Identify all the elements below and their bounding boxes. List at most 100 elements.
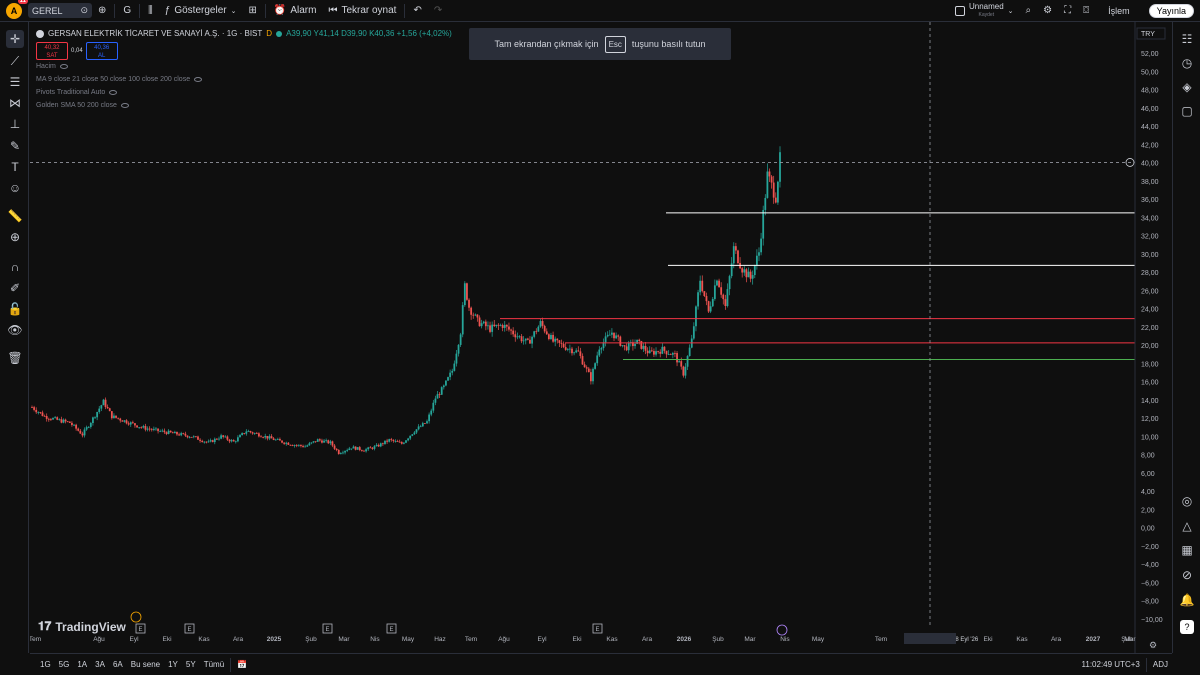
- calendar-button[interactable]: ▦: [1178, 541, 1196, 559]
- quick-search-button[interactable]: ⌕: [1020, 0, 1038, 22]
- templates-button[interactable]: ⊞: [242, 0, 262, 22]
- magnet-tool[interactable]: ∩: [6, 258, 24, 276]
- timeframe-0[interactable]: 1G: [36, 660, 55, 669]
- drawing-toolbar: ✛ ⟋ ☰ ⋈ ⊥ ✎ T ☺ 📏 ⊕ ∩ ✐ 🔓 👁 🗑: [0, 22, 29, 653]
- candle-body: [772, 182, 775, 198]
- timeframe-3[interactable]: 3A: [91, 660, 109, 669]
- emoji-tool[interactable]: ☺: [6, 179, 24, 197]
- chart-type-button[interactable]: ⫼: [142, 0, 159, 22]
- indicators-button[interactable]: ƒ Göstergeler ⌄: [159, 0, 243, 22]
- candle-body: [751, 275, 754, 279]
- candle-body: [182, 433, 185, 434]
- candle-body: [541, 321, 544, 326]
- compare-symbol-button[interactable]: ⊕: [92, 0, 112, 22]
- watchlist-button[interactable]: ☷: [1178, 30, 1196, 48]
- interval-button[interactable]: G: [117, 0, 137, 22]
- indicator-ma[interactable]: MA 9 close 21 close 50 close 100 close 2…: [36, 73, 452, 86]
- ideas-button[interactable]: △: [1178, 517, 1196, 535]
- symbol-search[interactable]: GEREL ⊙: [28, 3, 92, 18]
- candle-body: [77, 428, 80, 431]
- candle-body: [140, 427, 143, 429]
- smiley-icon: ☺: [8, 181, 22, 195]
- forecast-tool[interactable]: ⊥: [6, 115, 24, 133]
- layout-select[interactable]: Unnamed Kaydet ⌄: [949, 0, 1020, 22]
- eye-icon[interactable]: [194, 77, 203, 82]
- help-button[interactable]: ?: [1178, 618, 1196, 636]
- replay-button[interactable]: ⏮ Tekrar oynat: [322, 0, 402, 22]
- tradingview-logo[interactable]: 𝟏𝟕 TradingView: [38, 619, 126, 634]
- timeframe-1[interactable]: 5G: [55, 660, 74, 669]
- settings-button[interactable]: ⚙: [1037, 0, 1058, 22]
- candle-body: [562, 343, 565, 348]
- indicator-golden-sma[interactable]: Golden SMA 50 200 close: [36, 99, 452, 112]
- brush-icon: ✎: [9, 139, 21, 153]
- timeframe-4[interactable]: 6A: [109, 660, 127, 669]
- candle-body: [270, 436, 273, 439]
- text-tool[interactable]: T: [6, 158, 24, 176]
- lock-tool[interactable]: 🔓: [6, 300, 24, 318]
- date-range-button[interactable]: 📅: [233, 660, 251, 669]
- clock[interactable]: 11:02:49 UTC+3: [1078, 660, 1144, 669]
- sell-button[interactable]: 40,32 SAT: [36, 42, 68, 60]
- candle-body: [428, 414, 431, 422]
- earnings-event-label: E: [595, 627, 599, 633]
- time-tick-label: Mar: [744, 636, 756, 643]
- ruler-tool[interactable]: 📏: [6, 207, 24, 225]
- redo-button[interactable]: ↷: [428, 0, 448, 22]
- user-avatar[interactable]: A 11: [6, 0, 28, 19]
- candle-body: [215, 438, 218, 440]
- trendline-tool[interactable]: ⟋: [6, 52, 24, 70]
- alerts-button[interactable]: ◷: [1178, 54, 1196, 72]
- candle-body: [556, 338, 559, 341]
- candle-body: [239, 435, 241, 438]
- timeframe-7[interactable]: 5Y: [182, 660, 200, 669]
- price-axis[interactable]: TRY 52,00 50,00 48,00 46,00 44,00 42,00 40,00 38…: [1134, 22, 1172, 653]
- fullscreen-button[interactable]: ⛶: [1058, 0, 1077, 22]
- eye-icon[interactable]: [120, 103, 129, 108]
- brush-tool[interactable]: ✎: [6, 137, 24, 155]
- stay-drawing-tool[interactable]: ✐: [6, 279, 24, 297]
- objects-tree-button[interactable]: ◈: [1178, 78, 1196, 96]
- delete-tool[interactable]: 🗑: [6, 349, 24, 367]
- notifications-button[interactable]: 🔔: [1178, 591, 1196, 609]
- timeframe-5[interactable]: Bu sene: [127, 660, 164, 669]
- indicator-volume[interactable]: Hacim: [36, 60, 452, 73]
- timeframe-6[interactable]: 1Y: [164, 660, 182, 669]
- fib-tool[interactable]: ☰: [6, 73, 24, 91]
- candle-body: [449, 372, 452, 378]
- candle-body: [676, 353, 678, 363]
- zoom-tool[interactable]: ⊕: [6, 228, 24, 246]
- price-tick-label: 22,00: [1141, 325, 1159, 332]
- timeframe-2[interactable]: 1A: [73, 660, 91, 669]
- plus-circle-icon: ⊕: [98, 5, 107, 16]
- candle-body: [344, 450, 346, 453]
- indicator-pivots[interactable]: Pivots Traditional Auto: [36, 86, 452, 99]
- symbol-title[interactable]: GERSAN ELEKTRİK TİCARET VE SANAYİ A.Ş. ·…: [48, 29, 262, 38]
- price-chart[interactable]: 34,5028,7422,9020,2418,43 40,02 TRY52,00…: [30, 22, 1172, 653]
- buy-button[interactable]: 40,36 AL: [85, 42, 118, 60]
- signals-button[interactable]: ◎: [1178, 492, 1196, 510]
- alarm-button[interactable]: ⏰ Alarm: [268, 0, 323, 22]
- eye-icon[interactable]: [59, 64, 68, 69]
- candle-body: [295, 445, 298, 446]
- symbol-name: GEREL: [32, 5, 63, 16]
- candle-body: [447, 377, 449, 381]
- candle-body: [457, 344, 460, 354]
- publish-button[interactable]: Yayınla: [1143, 0, 1200, 22]
- price-tick-label: 20,00: [1141, 343, 1159, 350]
- pattern-tool[interactable]: ⋈: [6, 94, 24, 112]
- timeframe-8[interactable]: Tümü: [200, 660, 228, 669]
- snapshot-button[interactable]: ⌼: [1077, 0, 1095, 22]
- adj-toggle[interactable]: ADJ: [1149, 660, 1172, 669]
- candle-body: [211, 440, 214, 443]
- crosshair-tool[interactable]: ✛: [6, 30, 24, 48]
- chat-button[interactable]: ▢: [1178, 102, 1196, 120]
- logo-text: TradingView: [55, 619, 126, 634]
- screener-button[interactable]: ⊘: [1178, 566, 1196, 584]
- hide-tool[interactable]: 👁: [6, 321, 24, 339]
- candle-body: [39, 412, 42, 413]
- undo-button[interactable]: ↶: [407, 0, 427, 22]
- trade-button[interactable]: İşlem: [1095, 0, 1143, 22]
- eye-icon[interactable]: [109, 90, 118, 95]
- candle-body: [110, 411, 113, 419]
